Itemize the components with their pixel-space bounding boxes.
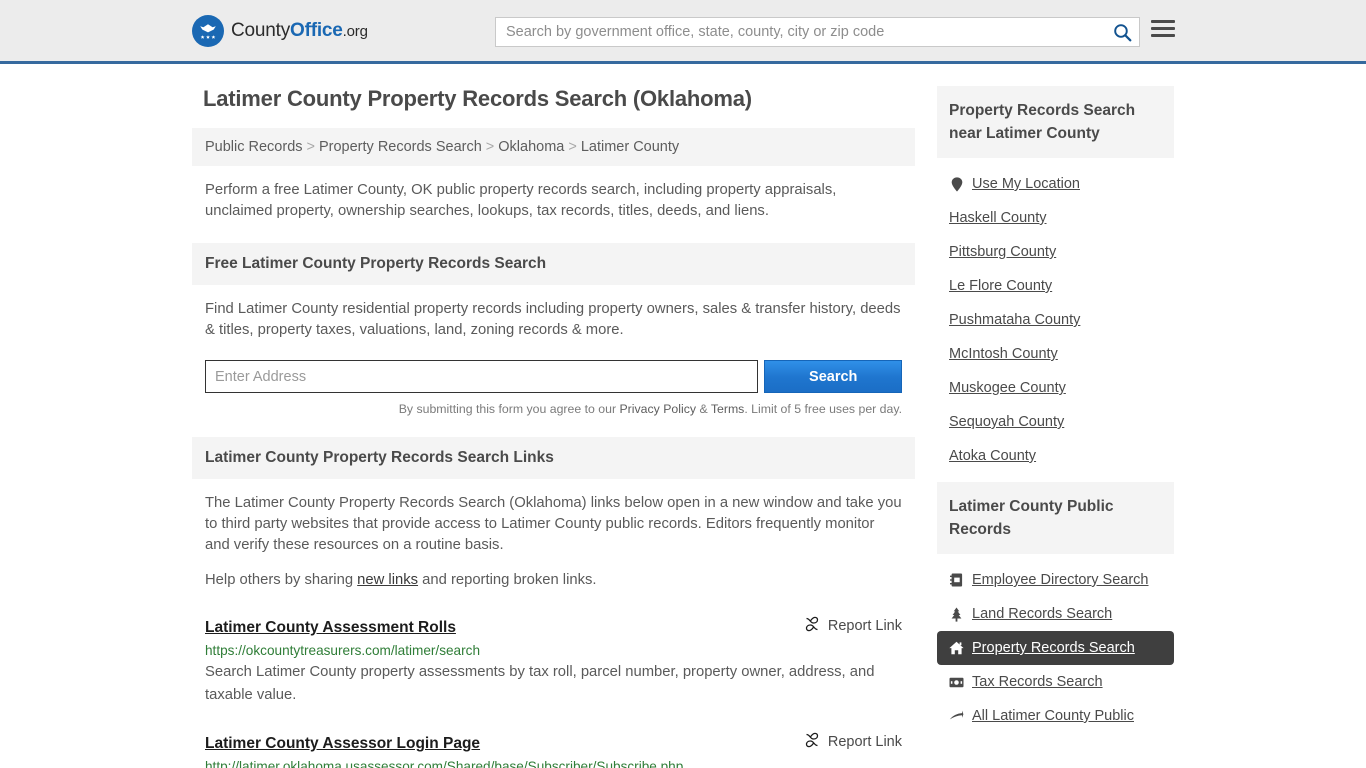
disclaimer-pre: By submitting this form you agree to our bbox=[398, 402, 620, 416]
sidebar-item-label[interactable]: Muskogee County bbox=[949, 380, 1066, 396]
breadcrumb-separator: > bbox=[568, 139, 577, 155]
sidebar-item-all-latimer-county-public[interactable]: All Latimer County Public bbox=[937, 699, 1174, 733]
sidebar-item-land-records-search[interactable]: Land Records Search bbox=[937, 597, 1174, 631]
hamburger-menu-icon[interactable] bbox=[1151, 20, 1175, 37]
sidebar-item-label[interactable]: McIntosh County bbox=[949, 346, 1058, 362]
logo-text-county: County bbox=[231, 19, 291, 41]
sidebar-public-records-list: Employee Directory Search Land Records S… bbox=[937, 563, 1174, 733]
breadcrumb-item-oklahoma[interactable]: Oklahoma bbox=[498, 139, 564, 155]
sidebar-item-label[interactable]: Le Flore County bbox=[949, 278, 1052, 294]
sidebar-divider bbox=[937, 473, 1174, 482]
breadcrumb-separator: > bbox=[485, 139, 495, 155]
hamburger-bar bbox=[1151, 20, 1175, 23]
report-link-label: Report Link bbox=[827, 618, 902, 634]
eagle-seal-icon bbox=[192, 14, 224, 47]
sidebar-item-label[interactable]: Pittsburg County bbox=[949, 244, 1056, 260]
breadcrumb-item-public-records[interactable]: Public Records bbox=[205, 139, 303, 155]
breadcrumb-item-property-records-search[interactable]: Property Records Search bbox=[319, 139, 482, 155]
page-title: Latimer County Property Records Search (… bbox=[203, 86, 752, 111]
address-input[interactable] bbox=[205, 360, 759, 393]
link-entry: Latimer County Assessment Rolls Report L… bbox=[192, 616, 915, 707]
sidebar-item-atoka-county[interactable]: Atoka County bbox=[937, 439, 1174, 473]
sidebar-nearby-heading: Property Records Search near Latimer Cou… bbox=[937, 86, 1174, 158]
link-entry-url: https://okcountytreasurers.com/latimer/s… bbox=[205, 643, 481, 658]
arrow-right-icon bbox=[949, 709, 964, 724]
breadcrumb-separator: > bbox=[306, 139, 315, 155]
report-link-label: Report Link bbox=[827, 734, 902, 750]
search-input[interactable] bbox=[496, 18, 1105, 46]
sidebar-item-label[interactable]: Sequoyah County bbox=[949, 414, 1064, 430]
address-search-form: Search bbox=[192, 360, 915, 393]
sidebar-item-muskogee-county[interactable]: Muskogee County bbox=[937, 371, 1174, 405]
map-pin-icon bbox=[949, 176, 964, 192]
link-entry-url: http://latimer.oklahoma.usassessor.com/S… bbox=[205, 759, 684, 768]
links-section-paragraph: The Latimer County Property Records Sear… bbox=[205, 495, 902, 553]
help-pre: Help others by sharing bbox=[205, 572, 358, 588]
logo-text-office: Office bbox=[290, 19, 343, 41]
search-button[interactable]: Search bbox=[764, 360, 902, 393]
sidebar-item-label[interactable]: Employee Directory Search bbox=[972, 572, 1149, 588]
link-entry-header: Latimer County Assessor Login Page Repor… bbox=[205, 732, 902, 753]
logo-text-org: .org bbox=[342, 22, 368, 40]
site-logo[interactable]: CountyOffice.org bbox=[192, 14, 368, 47]
report-link-button[interactable]: Report Link bbox=[804, 616, 902, 636]
broken-link-icon bbox=[804, 732, 820, 752]
sidebar-item-haskell-county[interactable]: Haskell County bbox=[937, 201, 1174, 235]
form-disclaimer: By submitting this form you agree to our… bbox=[192, 393, 915, 416]
link-entry-header: Latimer County Assessment Rolls Report L… bbox=[205, 616, 902, 637]
breadcrumb-item-latimer-county[interactable]: Latimer County bbox=[581, 139, 679, 155]
breadcrumb: Public Records > Property Records Search > O… bbox=[192, 128, 915, 166]
link-entry: Latimer County Assessor Login Page Repor… bbox=[192, 732, 915, 768]
help-post: and reporting broken links. bbox=[418, 572, 597, 588]
tree-icon bbox=[949, 607, 964, 622]
disclaimer-post: . Limit of 5 free uses per day. bbox=[744, 402, 902, 416]
main-content: Latimer County Property Records Search (… bbox=[192, 86, 915, 768]
site-logo-text: CountyOffice.org bbox=[231, 20, 368, 42]
link-entry-title[interactable]: Latimer County Assessment Rolls bbox=[205, 619, 456, 637]
sidebar-item-label[interactable]: Land Records Search bbox=[972, 606, 1112, 622]
broken-link-icon bbox=[804, 616, 820, 636]
banknote-icon bbox=[949, 675, 964, 690]
sidebar-item-tax-records-search[interactable]: Tax Records Search bbox=[937, 665, 1174, 699]
sidebar: Property Records Search near Latimer Cou… bbox=[937, 86, 1174, 768]
free-search-heading: Free Latimer County Property Records Sea… bbox=[192, 243, 915, 285]
free-search-description: Find Latimer County residential property… bbox=[205, 301, 901, 338]
sidebar-nearby-list: Use My Location Haskell County Pittsburg… bbox=[937, 167, 1174, 473]
sidebar-item-label[interactable]: All Latimer County Public bbox=[972, 708, 1134, 724]
sidebar-item-pushmataha-county[interactable]: Pushmataha County bbox=[937, 303, 1174, 337]
sidebar-item-label[interactable]: Use My Location bbox=[972, 176, 1080, 192]
global-search[interactable] bbox=[495, 17, 1140, 47]
sidebar-item-le-flore-county[interactable]: Le Flore County bbox=[937, 269, 1174, 303]
sidebar-item-use-my-location[interactable]: Use My Location bbox=[937, 167, 1174, 201]
link-entry-title[interactable]: Latimer County Assessor Login Page bbox=[205, 735, 480, 753]
links-section-help: Help others by sharing new links and rep… bbox=[192, 556, 915, 591]
link-entry-description: Search Latimer County property assessmen… bbox=[205, 664, 875, 703]
sidebar-public-records-heading: Latimer County Public Records bbox=[937, 482, 1174, 554]
hamburger-bar bbox=[1151, 27, 1175, 30]
sidebar-item-label[interactable]: Tax Records Search bbox=[972, 674, 1103, 690]
sidebar-item-mcintosh-county[interactable]: McIntosh County bbox=[937, 337, 1174, 371]
sidebar-item-pittsburg-county[interactable]: Pittsburg County bbox=[937, 235, 1174, 269]
sidebar-item-label[interactable]: Property Records Search bbox=[972, 640, 1135, 656]
sidebar-item-sequoyah-county[interactable]: Sequoyah County bbox=[937, 405, 1174, 439]
page-container: Latimer County Property Records Search (… bbox=[0, 64, 1366, 768]
site-header: CountyOffice.org bbox=[0, 0, 1366, 64]
sidebar-item-property-records-search[interactable]: Property Records Search bbox=[937, 631, 1174, 665]
terms-link[interactable]: Terms bbox=[711, 402, 744, 416]
hamburger-bar bbox=[1151, 34, 1175, 37]
sidebar-item-label[interactable]: Atoka County bbox=[949, 448, 1036, 464]
new-links-link[interactable]: new links bbox=[357, 572, 418, 588]
disclaimer-amp: & bbox=[696, 402, 711, 416]
sidebar-item-employee-directory-search[interactable]: Employee Directory Search bbox=[937, 563, 1174, 597]
search-icon[interactable] bbox=[1105, 18, 1139, 46]
home-icon bbox=[949, 641, 964, 656]
report-link-button[interactable]: Report Link bbox=[804, 732, 902, 752]
links-section-heading: Latimer County Property Records Search L… bbox=[192, 437, 915, 479]
sidebar-item-label[interactable]: Pushmataha County bbox=[949, 312, 1080, 328]
page-intro-text: Perform a free Latimer County, OK public… bbox=[205, 182, 837, 219]
address-book-icon bbox=[949, 573, 964, 588]
sidebar-item-label[interactable]: Haskell County bbox=[949, 210, 1047, 226]
privacy-policy-link[interactable]: Privacy Policy bbox=[619, 402, 696, 416]
